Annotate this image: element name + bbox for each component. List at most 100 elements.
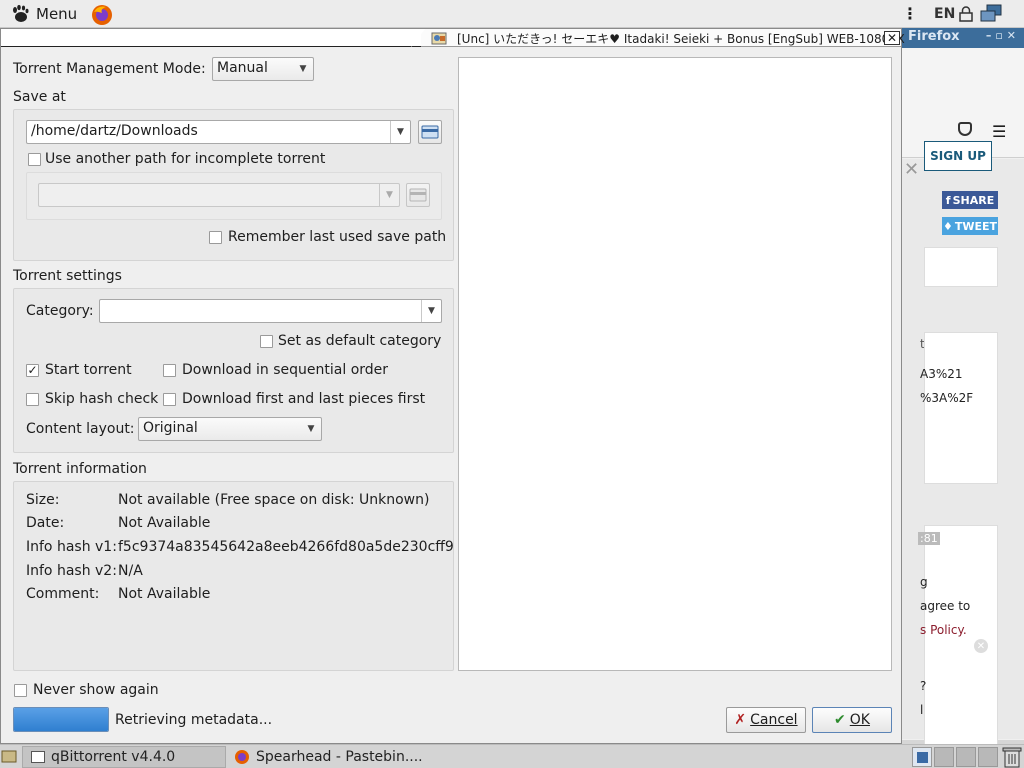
firefox-background-window[interactable]: Firefox –▫✕ ☰ ✕ SIGN UP f SHARE ♦ TWEET t … — [902, 28, 1024, 755]
torrent-management-mode-select[interactable]: Manual ▼ — [212, 57, 314, 81]
close-circle-icon[interactable]: ✕ — [974, 639, 988, 653]
info-hash-v2-key: Info hash v2: — [26, 563, 117, 579]
content-card — [924, 247, 998, 287]
workspace-1[interactable] — [912, 747, 932, 767]
progress-fill — [14, 708, 108, 731]
folder-icon — [421, 125, 439, 139]
checkmark-icon: ✓ — [27, 363, 38, 377]
task-label: Spearhead - Pastebin.... — [256, 749, 423, 765]
window-icon — [31, 751, 45, 763]
ok-label: OK — [849, 712, 870, 728]
ok-icon: ✔ — [834, 712, 846, 728]
comment-value: Not Available — [118, 586, 211, 602]
torrent-management-mode-value: Manual — [217, 60, 268, 76]
never-show-again-checkbox[interactable] — [14, 684, 27, 697]
set-default-category-label: Set as default category — [278, 333, 442, 349]
cut-text: l — [920, 703, 924, 717]
close-window-button[interactable]: ✕ — [884, 31, 900, 45]
task-label: qBittorrent v4.4.0 — [51, 749, 176, 765]
sequential-order-checkbox[interactable] — [163, 364, 176, 377]
language-indicator[interactable]: EN — [934, 6, 955, 22]
firefox-launcher-icon[interactable] — [90, 3, 114, 27]
qbittorrent-icon — [431, 32, 447, 45]
facebook-icon: f — [945, 193, 951, 207]
content-layout-value: Original — [143, 420, 198, 436]
size-key: Size: — [26, 492, 60, 508]
firefox-titlebar[interactable]: Firefox –▫✕ — [902, 28, 1024, 48]
window-icon — [917, 752, 928, 763]
workspace-2[interactable] — [934, 747, 954, 767]
cut-text: :81 — [918, 532, 940, 545]
firefox-page-content: ✕ SIGN UP fSHARE ♦TWEET t report A3%21 %… — [902, 141, 1024, 755]
incomplete-path-combo[interactable]: ▼ — [38, 183, 400, 207]
info-hash-v2-value: N/A — [118, 563, 143, 579]
incomplete-path-checkbox[interactable] — [28, 153, 41, 166]
chevron-down-icon[interactable]: ▼ — [421, 300, 441, 322]
firefox-icon — [235, 750, 249, 764]
tray-menu-icon[interactable]: ⋮ — [902, 5, 918, 23]
date-value: Not Available — [118, 515, 211, 531]
titlebar-slope — [411, 29, 425, 47]
cancel-button[interactable]: ✗ Cancel — [726, 707, 806, 733]
menu-button[interactable]: Menu — [10, 3, 77, 25]
size-value: Not available (Free space on disk: Unkno… — [118, 492, 430, 508]
dialog-titlebar[interactable]: [Unc] いただきっ! セーエキ♥ Itadaki! Seieki + Bon… — [1, 29, 905, 47]
menu-label: Menu — [36, 5, 78, 23]
signup-button[interactable]: SIGN UP — [924, 141, 992, 171]
incomplete-path-label: Use another path for incomplete torrent — [45, 151, 326, 167]
first-last-pieces-label: Download first and last pieces first — [182, 391, 426, 407]
torrent-information-label: Torrent information — [13, 461, 147, 477]
workspace-4[interactable] — [978, 747, 998, 767]
remember-save-path-checkbox[interactable] — [209, 231, 222, 244]
window-controls-icon[interactable]: –▫✕ — [986, 29, 1020, 42]
status-text: Retrieving metadata... — [115, 712, 273, 728]
torrent-management-mode-label: Torrent Management Mode: — [13, 61, 206, 77]
start-torrent-checkbox[interactable]: ✓ — [26, 364, 39, 377]
content-card — [924, 332, 998, 484]
taskbar: qBittorrent v4.4.0 Spearhead - Pastebin.… — [0, 744, 1024, 768]
skip-hash-check-checkbox[interactable] — [26, 393, 39, 406]
save-path-combo[interactable]: /home/dartz/Downloads ▼ — [26, 120, 411, 144]
ok-button[interactable]: ✔ OK — [812, 707, 892, 733]
top-panel: Menu ⋮ EN — [0, 0, 1024, 28]
set-default-category-checkbox[interactable] — [260, 335, 273, 348]
share-label: SHARE — [952, 193, 995, 207]
first-last-pieces-checkbox[interactable] — [163, 393, 176, 406]
show-desktop-icon[interactable] — [0, 747, 18, 765]
content-card — [924, 525, 998, 755]
facebook-share-button[interactable]: f SHARE — [942, 191, 998, 209]
trash-icon[interactable] — [1002, 746, 1022, 768]
twitter-tweet-button[interactable]: ♦ TWEET — [942, 217, 998, 235]
pocket-icon[interactable] — [958, 122, 972, 136]
policy-link[interactable]: s Policy. — [920, 623, 967, 637]
tweet-label: TWEET — [954, 219, 998, 233]
cut-text: g — [920, 575, 928, 589]
hamburger-menu-icon[interactable]: ☰ — [992, 122, 1006, 141]
save-at-label: Save at — [13, 89, 66, 105]
folder-icon — [409, 188, 427, 202]
cancel-label: Cancel — [750, 712, 798, 728]
firefox-title: Firefox — [908, 29, 960, 44]
workspace-3[interactable] — [956, 747, 976, 767]
taskbar-item-qbittorrent[interactable]: qBittorrent v4.4.0 — [22, 746, 226, 768]
network-icon[interactable] — [979, 4, 1003, 24]
cut-text: A3%21 — [920, 367, 963, 381]
content-layout-select[interactable]: Original ▼ — [138, 417, 322, 441]
lock-icon[interactable] — [959, 6, 973, 22]
close-icon[interactable]: ✕ — [904, 159, 919, 180]
cancel-icon: ✗ — [734, 712, 747, 728]
browse-incomplete-path-button[interactable] — [406, 183, 430, 207]
date-key: Date: — [26, 515, 65, 531]
category-combo[interactable]: ▼ — [99, 299, 442, 323]
remember-save-path-label: Remember last used save path — [228, 229, 447, 245]
chevron-down-icon[interactable]: ▼ — [390, 121, 410, 143]
never-show-again-label: Never show again — [33, 682, 159, 698]
category-label: Category: — [26, 303, 94, 319]
gnome-foot-icon — [13, 4, 29, 22]
cut-text: agree to — [920, 599, 971, 613]
info-hash-v1-value: f5c9374a83545642a8eeb4266fd80a5de230cff9 — [118, 539, 454, 555]
taskbar-item-firefox[interactable]: Spearhead - Pastebin.... — [226, 746, 430, 768]
info-hash-v1-key: Info hash v1: — [26, 539, 117, 555]
browse-save-path-button[interactable] — [418, 120, 442, 144]
content-file-tree[interactable] — [458, 57, 892, 671]
